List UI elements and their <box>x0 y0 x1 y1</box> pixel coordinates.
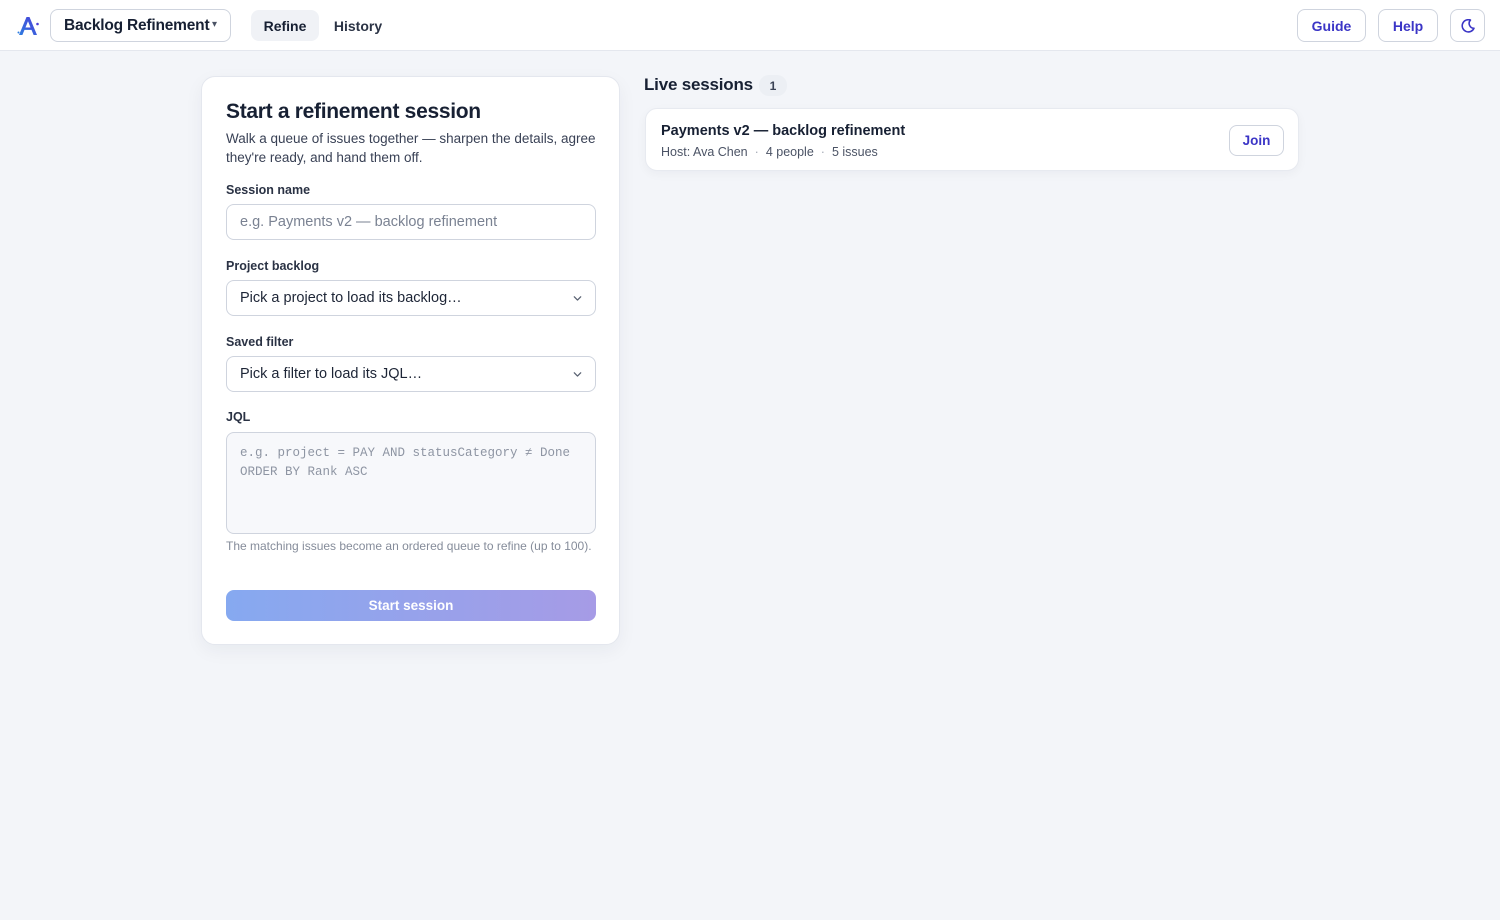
card-description: Walk a queue of issues together — sharpe… <box>226 131 596 165</box>
saved-filter-label: Saved filter <box>226 335 294 349</box>
theme-toggle-button[interactable] <box>1450 9 1485 42</box>
session-name-input[interactable] <box>226 204 596 240</box>
jql-hint: The matching issues become an ordered qu… <box>226 539 592 553</box>
card-title: Start a refinement session <box>226 100 481 123</box>
top-bar: Backlog Refinement ▾ Refine History Guid… <box>0 0 1500 51</box>
project-backlog-value: Pick a project to load its backlog… <box>240 290 462 306</box>
chevron-down-icon <box>573 296 582 301</box>
help-button[interactable]: Help <box>1378 9 1438 42</box>
live-sessions-heading: Live sessions <box>644 75 753 94</box>
live-sessions-count-badge: 1 <box>759 75 787 96</box>
jql-textarea[interactable] <box>226 432 596 534</box>
start-session-card: Start a refinement session Walk a queue … <box>201 76 620 645</box>
tab-history[interactable]: History <box>325 10 391 41</box>
saved-filter-value: Pick a filter to load its JQL… <box>240 366 423 382</box>
session-host: Host: Ava Chen <box>661 145 748 159</box>
chevron-down-icon <box>573 372 582 377</box>
jql-label: JQL <box>226 410 251 424</box>
tab-refine[interactable]: Refine <box>251 10 319 41</box>
session-card: Payments v2 — backlog refinement Host: A… <box>645 108 1299 171</box>
separator-dot: · <box>754 145 759 159</box>
session-meta: Host: Ava Chen · 4 people · 5 issues <box>661 145 878 159</box>
project-backlog-label: Project backlog <box>226 259 320 273</box>
brand-logo-icon[interactable] <box>16 14 40 38</box>
join-session-button[interactable]: Join <box>1229 125 1284 156</box>
session-issues-count: 5 issues <box>831 145 878 159</box>
app-name: Backlog Refinement <box>64 16 210 34</box>
project-backlog-select[interactable]: Pick a project to load its backlog… <box>226 280 596 316</box>
saved-filter-select[interactable]: Pick a filter to load its JQL… <box>226 356 596 392</box>
start-session-button[interactable]: Start session <box>226 590 596 621</box>
guide-button[interactable]: Guide <box>1297 9 1366 42</box>
session-people-count: 4 people <box>765 145 814 159</box>
app-switcher[interactable]: Backlog Refinement ▾ <box>50 9 231 42</box>
caret-down-icon: ▾ <box>211 19 217 30</box>
moon-icon <box>1460 18 1475 33</box>
session-name-label: Session name <box>226 183 311 197</box>
session-title: Payments v2 — backlog refinement <box>661 123 906 139</box>
separator-dot: · <box>820 145 825 159</box>
